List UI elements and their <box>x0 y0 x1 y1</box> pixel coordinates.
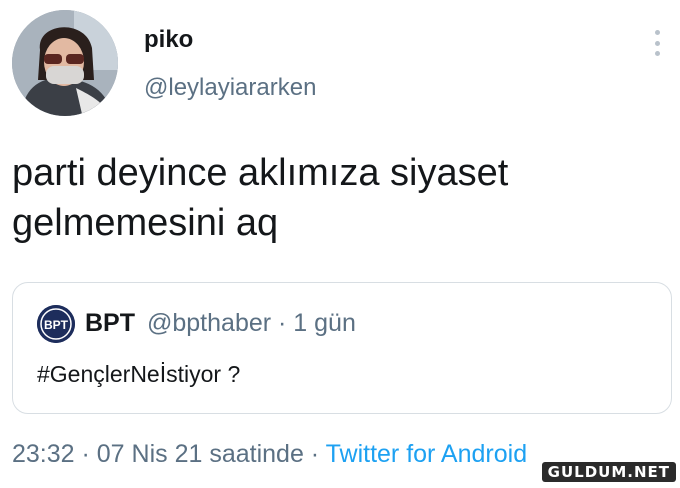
quoted-display-name[interactable]: BPT <box>85 309 135 338</box>
timestamp[interactable]: 23:32 · 07 Nis 21 saatinde · <box>12 440 326 468</box>
user-avatar[interactable] <box>12 10 118 116</box>
quoted-tweet-text: #GençlerNeİstiyor ? <box>37 361 241 387</box>
quoted-time[interactable]: 1 gün <box>293 309 356 337</box>
bpt-logo-icon: BPT <box>37 305 75 343</box>
quoted-meta: @bpthaber · 1 gün <box>147 309 356 338</box>
quoted-separator: · <box>271 309 294 337</box>
dot <box>654 30 660 35</box>
source-link[interactable]: Twitter for Android <box>326 440 527 468</box>
dot <box>654 40 660 46</box>
watermark-logo: GULDUM.NET <box>541 462 676 482</box>
tweet-footer: 23:32 · 07 Nis 21 saatinde · Twitter for… <box>12 440 527 469</box>
display-name[interactable]: piko <box>144 26 193 54</box>
bpt-logo-text: BPT <box>44 318 69 332</box>
quoted-tweet-card[interactable]: BPT BPT @bpthaber · 1 gün #GençlerNeİsti… <box>12 282 672 414</box>
dot <box>654 51 660 56</box>
more-vertical-icon[interactable] <box>646 28 668 58</box>
user-handle[interactable]: @leylayiararken <box>144 74 316 102</box>
tweet-text: parti deyince aklımıza siyaset gelmemesi… <box>12 152 509 244</box>
quoted-user-avatar[interactable]: BPT <box>37 305 75 343</box>
quoted-handle[interactable]: @bpthaber <box>147 309 271 337</box>
avatar-photo <box>12 10 118 116</box>
